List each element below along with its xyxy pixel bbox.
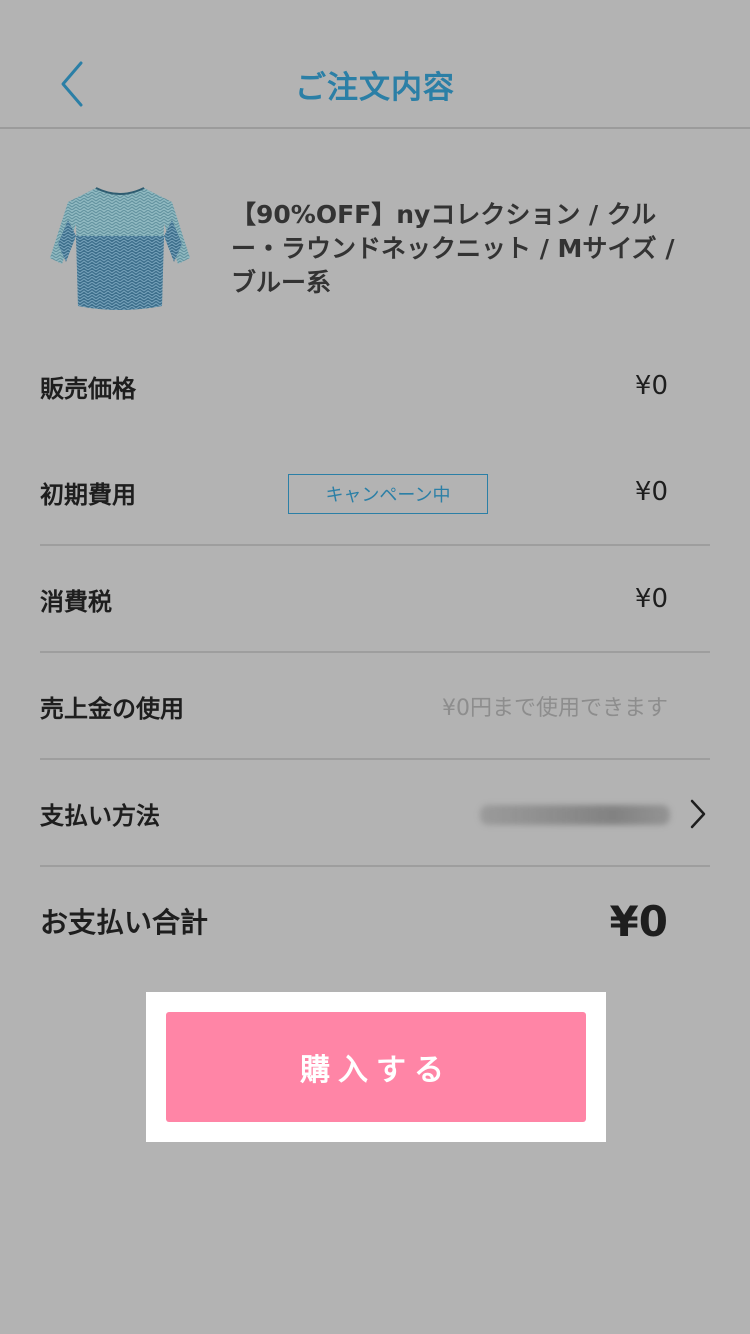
tax-row: 消費税 ¥0 [40,547,710,653]
tax-value: ¥0 [634,584,668,614]
product-summary: 【90%OFF】nyコレクション / クルー・ラウンドネックニット / Mサイズ… [40,180,710,320]
sales-balance-row[interactable]: 売上金の使用 ¥0円まで使用できます [40,654,710,760]
campaign-badge: キャンペーン中 [288,474,488,514]
initial-fee-label: 初期費用 [40,480,136,509]
payment-method-row[interactable]: 支払い方法 [40,761,710,867]
sweater-image [50,187,190,310]
purchase-button[interactable]: 購入する [166,1012,586,1122]
sales-balance-label: 売上金の使用 [40,694,184,723]
page-title: ご注文内容 [295,70,455,106]
total-label: お支払い合計 [40,906,209,939]
tax-label: 消費税 [40,587,112,616]
purchase-highlight: 購入する [146,992,606,1142]
total-row: お支払い合計 ¥0 [40,868,710,974]
price-value: ¥0 [634,371,668,401]
initial-fee-row: 初期費用 キャンペーン中 ¥0 [40,440,710,546]
price-row: 販売価格 ¥0 [40,333,710,439]
chevron-right-icon[interactable] [686,797,710,831]
product-thumbnail[interactable] [40,180,200,320]
total-value: ¥0 [609,896,668,946]
sales-balance-hint: ¥0円まで使用できます [442,696,668,721]
header: ご注文内容 [0,0,750,129]
initial-fee-value: ¥0 [634,477,668,507]
product-title: 【90%OFF】nyコレクション / クルー・ラウンドネックニット / Mサイズ… [231,200,675,297]
price-label: 販売価格 [40,374,136,403]
masked-payment-info [480,805,670,825]
payment-method-label: 支払い方法 [40,801,160,830]
